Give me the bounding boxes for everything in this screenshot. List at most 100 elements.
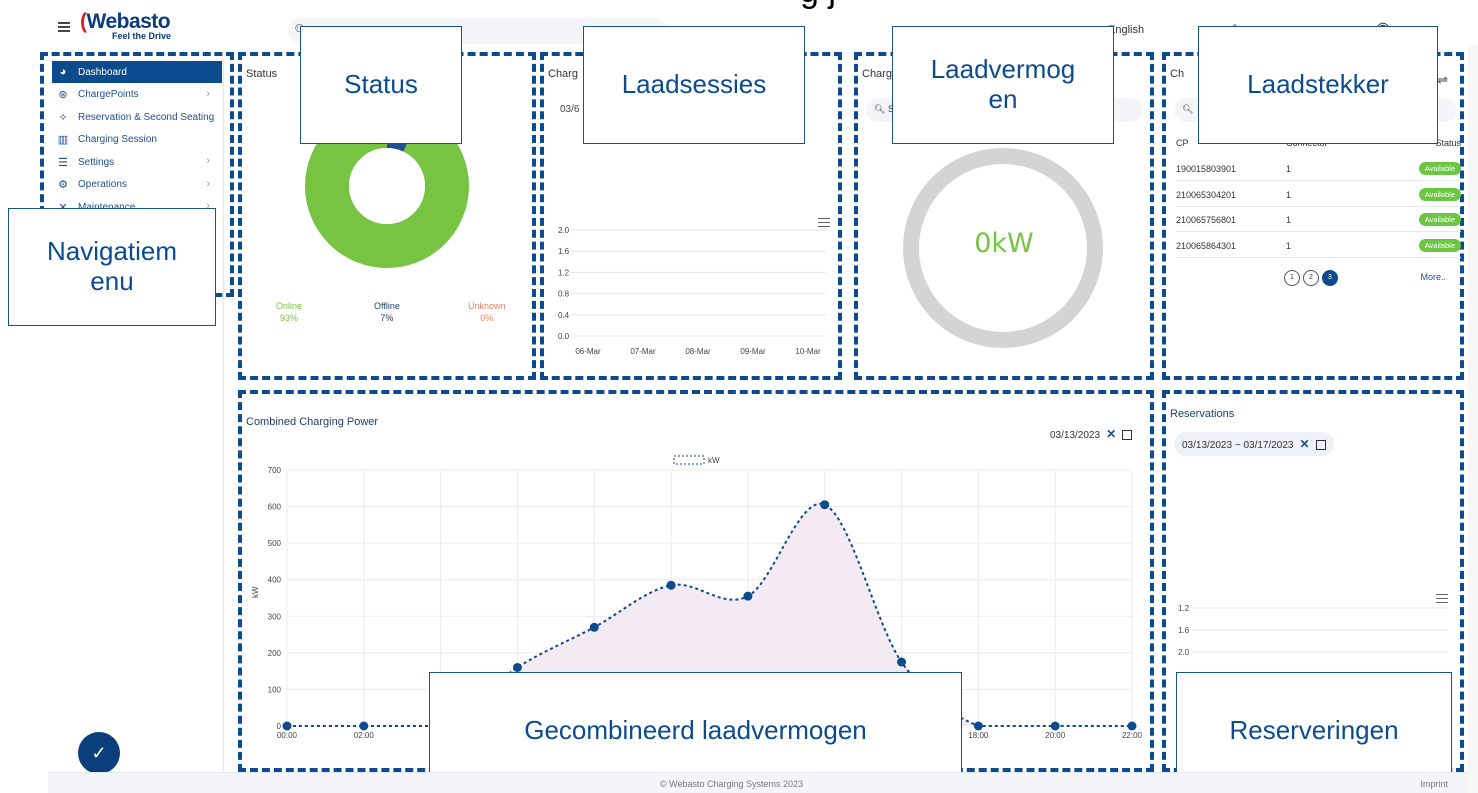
hamburger-menu-icon[interactable] (58, 22, 70, 32)
x-tick-label: 22:00 (1122, 731, 1143, 740)
y-tick-label: 1.2 (558, 268, 570, 277)
power-value: 0kW (974, 228, 1034, 259)
connector-number: 1 (1286, 189, 1292, 200)
x-tick-label: 08-Mar (685, 347, 711, 356)
callout-sessions: Laadsessies (583, 26, 805, 144)
data-point[interactable] (589, 622, 599, 632)
connector-number: 1 (1286, 215, 1292, 225)
callout-status: Status (300, 26, 462, 144)
sidebar-item-settings[interactable]: ☰ Settings › (52, 151, 222, 173)
footer-copyright: © Webasto Charging Systems 2023 (660, 779, 804, 789)
sidebar-item-label: ChargePoints (78, 89, 139, 100)
legend-online[interactable]: Online 93% (276, 301, 302, 323)
legend-unknown[interactable]: Unknown 0% (468, 301, 506, 323)
x-tick-label: 20:00 (1045, 731, 1066, 740)
y-tick-label: 0 (277, 722, 282, 731)
page-button-1[interactable]: 1 (1284, 270, 1300, 286)
chevron-right-icon: › (206, 87, 210, 100)
legend-offline-value: 7% (380, 313, 394, 323)
y-tick-label: 700 (268, 466, 282, 475)
table-row[interactable]: 210065756801 1 Available (1176, 207, 1461, 232)
y-tick-label: 2.0 (1178, 648, 1190, 657)
sidebar-item-label: Operations (78, 179, 127, 190)
page-scrollbar[interactable] (1468, 45, 1478, 793)
y-tick-label: 400 (268, 576, 282, 585)
status-badge: Available (1418, 238, 1461, 252)
data-point[interactable] (359, 721, 369, 731)
data-point[interactable] (282, 721, 292, 731)
sidebar-item-label: Charging Session (78, 134, 157, 145)
legend-online-label: Online (276, 301, 303, 311)
data-point[interactable] (512, 662, 522, 672)
sidebar-item-chargepoints[interactable]: ⊛ ChargePoints › (52, 84, 222, 106)
col-status[interactable]: Status (1435, 138, 1461, 148)
filter-icon[interactable]: ⇌ (1437, 72, 1448, 88)
callout-connector: Laadstekker (1198, 26, 1438, 144)
connector-number: 1 (1286, 164, 1292, 174)
data-point[interactable] (1127, 721, 1137, 731)
sidebar-item-label: Dashboard (78, 66, 127, 78)
data-point[interactable] (820, 500, 830, 510)
legend-label[interactable]: kW (708, 456, 720, 465)
col-cp[interactable]: CP (1176, 138, 1189, 148)
shield-check-icon[interactable]: ✓ (78, 732, 120, 774)
webasto-logo[interactable]: (Webasto Feel the Drive (80, 10, 171, 41)
y-tick-label: 600 (268, 503, 282, 512)
legend-unknown-label: Unknown (468, 301, 506, 311)
logo-tagline: Feel the Drive (112, 31, 172, 41)
callout-navigation: Navigatiem enu (8, 208, 216, 326)
cp-id: 210065864301 (1176, 240, 1237, 251)
gear-icon: ⚙ (58, 179, 68, 191)
y-axis-label: kW (251, 586, 260, 598)
y-tick-label: 1.6 (1178, 626, 1190, 635)
x-tick-label: 06-Mar (575, 347, 601, 356)
y-tick-label: 0.0 (558, 332, 570, 341)
legend-unknown-value: 0% (480, 313, 494, 323)
page-button-3[interactable]: 3 (1322, 270, 1338, 286)
x-tick-label: 07-Mar (630, 347, 656, 356)
legend-offline[interactable]: Offline 7% (374, 301, 400, 323)
x-tick-label: 00:00 (277, 731, 298, 740)
legend-swatch[interactable] (673, 455, 705, 465)
status-badge: Available (1418, 187, 1461, 201)
footer: © Webasto Charging Systems 2023 Imprint (48, 772, 1468, 793)
search-icon: 🔍︎ (1182, 104, 1194, 114)
chargepoint-icon: ⊛ (58, 89, 68, 101)
page-button-2[interactable]: 2 (1303, 270, 1319, 286)
data-point[interactable] (897, 657, 907, 667)
y-tick-label: 500 (268, 539, 282, 548)
chevron-right-icon: › (206, 155, 210, 167)
sidebar-item-charging-session[interactable]: ▥ Charging Session (52, 129, 222, 151)
top-title-text: g j (800, 0, 836, 11)
y-tick-label: 200 (268, 649, 282, 658)
y-tick-label: 1.6 (558, 247, 570, 256)
sidebar-item-dashboard[interactable]: ◕ Dashboard (52, 61, 222, 83)
more-link[interactable]: More.. (1420, 272, 1446, 282)
status-badge: Available (1418, 162, 1461, 175)
sidebar-item-operations[interactable]: ⚙ Operations › (52, 174, 222, 196)
y-tick-label: 300 (268, 612, 282, 621)
legend-online-value: 93% (280, 313, 299, 323)
table-row[interactable]: 210065304201 1 Available (1176, 182, 1461, 207)
legend-offline-label: Offline (374, 301, 400, 311)
data-point[interactable] (973, 721, 983, 731)
table-row[interactable]: 190015803901 1 Available (1176, 156, 1461, 181)
sidebar-item-reservation-second-seating[interactable]: ✧ Reservation & Second Seating (52, 106, 222, 128)
x-tick-label: 18:00 (968, 731, 989, 740)
data-point[interactable] (743, 591, 753, 601)
connector-title: Ch (1170, 68, 1185, 80)
callout-power: Laadvermog en (892, 26, 1114, 144)
table-row[interactable]: 210065864301 1 Available (1176, 233, 1461, 258)
bar-chart-icon: ▥ (57, 134, 69, 146)
y-tick-label: 2.0 (558, 226, 570, 235)
dashboard-icon: ◕ (59, 66, 67, 78)
cp-id: 210065304201 (1176, 189, 1237, 200)
data-point[interactable] (1050, 721, 1060, 731)
footer-imprint-link[interactable]: Imprint (1420, 779, 1448, 789)
x-tick-label: 02:00 (354, 731, 375, 740)
pagination: 123 (1284, 266, 1341, 286)
status-badge: Available (1418, 213, 1461, 226)
cp-id: 190015803901 (1176, 164, 1237, 174)
data-point[interactable] (666, 580, 676, 590)
logo-text: Webasto (86, 10, 171, 33)
